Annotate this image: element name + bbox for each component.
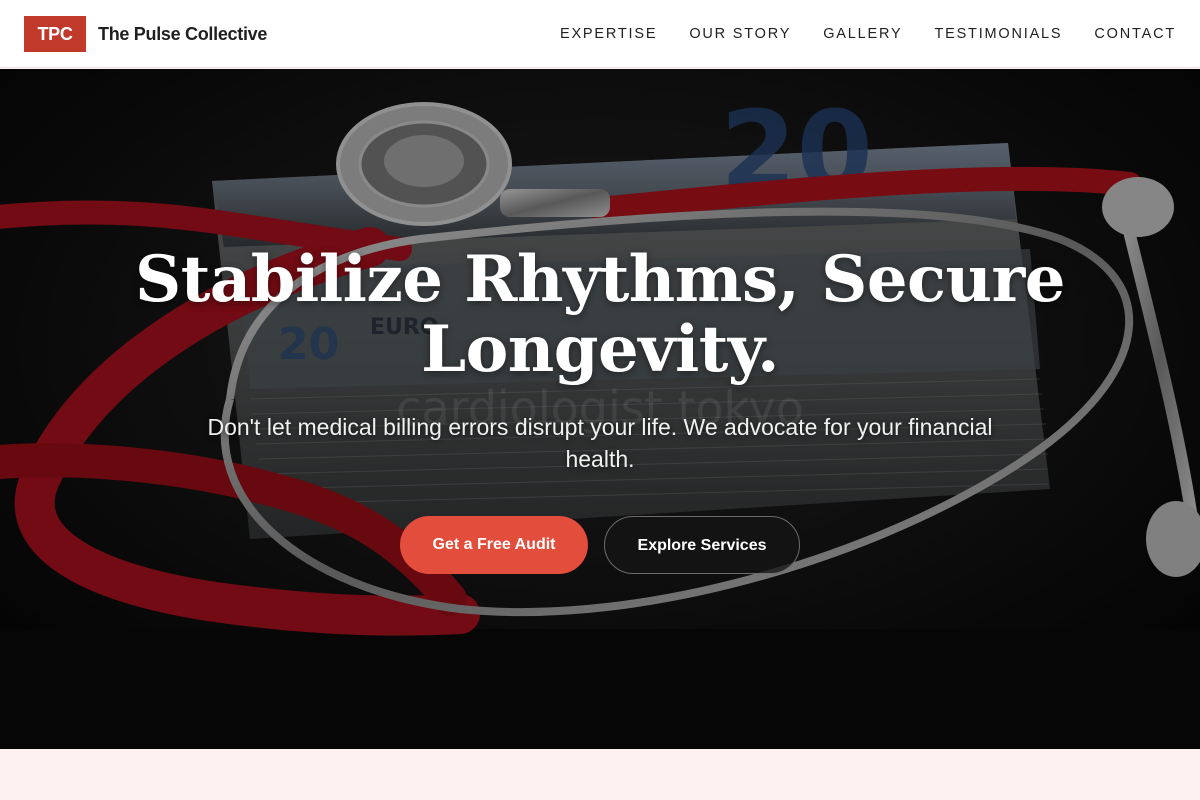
nav-link-expertise[interactable]: EXPERTISE: [560, 22, 657, 46]
free-audit-button[interactable]: Get a Free Audit: [400, 516, 588, 574]
nav-link-gallery[interactable]: GALLERY: [823, 22, 902, 46]
site-header: TPC The Pulse Collective EXPERTISE OUR S…: [0, 0, 1200, 68]
explore-services-button[interactable]: Explore Services: [604, 516, 800, 574]
hero-title: Stabilize Rhythms, Secure Longevity.: [135, 242, 1065, 387]
logo-badge[interactable]: TPC: [24, 16, 86, 52]
main-nav: EXPERTISE OUR STORY GALLERY TESTIMONIALS…: [560, 22, 1176, 46]
brand-name[interactable]: The Pulse Collective: [98, 22, 267, 46]
next-section-strip: [0, 749, 1200, 800]
nav-link-contact[interactable]: CONTACT: [1094, 22, 1176, 46]
hero-section: 20 20 EURO cardiologist tokyo Stabilize …: [0, 69, 1200, 749]
hero-subtitle: Don't let medical billing errors disrupt…: [207, 414, 993, 472]
nav-link-our-story[interactable]: OUR STORY: [689, 22, 791, 46]
hero-content: Stabilize Rhythms, Secure Longevity. Don…: [0, 69, 1200, 749]
nav-link-testimonials[interactable]: TESTIMONIALS: [934, 22, 1062, 46]
